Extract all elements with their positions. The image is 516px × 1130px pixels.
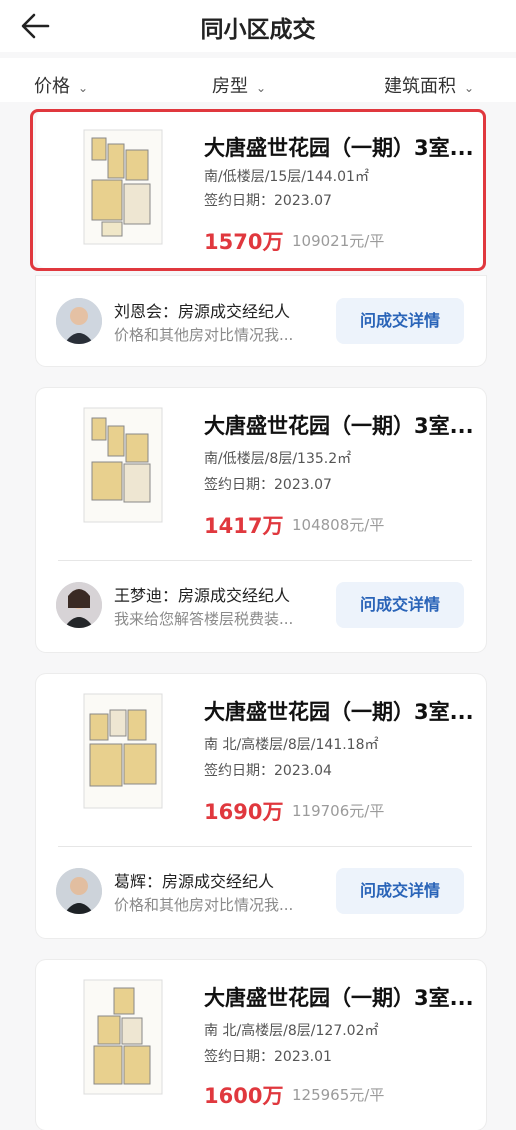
chevron-down-icon: ⌄ — [78, 81, 89, 95]
divider — [58, 560, 472, 561]
listing-card[interactable]: 大唐盛世花园（一期）3室... 南/低楼层/8层/135.2㎡ 签约日期：202… — [36, 388, 486, 652]
listing-info: 南 北/高楼层/8层/127.02㎡ — [204, 1023, 379, 1039]
agent-row: 葛辉：房源成交经纪人 价格和其他房对比情况我... 问成交详情 — [56, 858, 486, 928]
listing-title: 大唐盛世花园（一期）3室... — [204, 986, 474, 1010]
chevron-down-icon: ⌄ — [256, 81, 267, 95]
chevron-down-icon: ⌄ — [464, 81, 475, 95]
listing-price: 1417万 — [204, 514, 284, 538]
listing-unit-price: 125965元/平 — [292, 1086, 385, 1104]
filter-price[interactable]: 价格 ⌄ — [34, 72, 88, 98]
agent-message: 我来给您解答楼层税费装... — [114, 610, 294, 628]
floor-plan-image — [80, 406, 166, 524]
agent-message: 价格和其他房对比情况我... — [114, 326, 294, 344]
listing-info: 南/低楼层/15层/144.01㎡ — [204, 169, 369, 185]
filter-room-type-label: 房型 — [212, 76, 248, 97]
listing-card[interactable]: 大唐盛世花园（一期）3室... 南 北/高楼层/8层/141.18㎡ 签约日期：… — [36, 674, 486, 938]
filter-price-label: 价格 — [34, 76, 70, 97]
avatar[interactable] — [56, 868, 102, 914]
listing-price: 1690万 — [204, 800, 284, 824]
filter-bar: 价格 ⌄ 房型 ⌄ 建筑面积 ⌄ — [0, 58, 516, 102]
listing-date: 签约日期：2023.07 — [204, 193, 332, 209]
listing-card[interactable]: 大唐盛世花园（一期）3室... 南/低楼层/15层/144.01㎡ 签约日期：2… — [36, 110, 486, 268]
ask-deal-details-button[interactable]: 问成交详情 — [336, 868, 464, 914]
agent-row: 刘恩会：房源成交经纪人 价格和其他房对比情况我... 问成交详情 — [56, 288, 486, 358]
listing-unit-price: 104808元/平 — [292, 516, 385, 534]
avatar[interactable] — [56, 298, 102, 344]
listing-title: 大唐盛世花园（一期）3室... — [204, 700, 474, 724]
agent-card: 刘恩会：房源成交经纪人 价格和其他房对比情况我... 问成交详情 — [36, 276, 486, 366]
filter-room-type[interactable]: 房型 ⌄ — [212, 72, 266, 98]
listing-title: 大唐盛世花园（一期）3室... — [204, 136, 474, 160]
agent-name: 葛辉：房源成交经纪人 — [114, 872, 275, 891]
agent-message: 价格和其他房对比情况我... — [114, 896, 294, 914]
listing-info: 南/低楼层/8层/135.2㎡ — [204, 451, 352, 467]
agent-name: 刘恩会：房源成交经纪人 — [114, 302, 291, 321]
listing-price: 1570万 — [204, 230, 284, 254]
agent-name: 王梦迪：房源成交经纪人 — [114, 586, 291, 605]
listing-info: 南 北/高楼层/8层/141.18㎡ — [204, 737, 379, 753]
floor-plan-image — [80, 692, 166, 810]
top-bar: 同小区成交 — [0, 0, 516, 52]
listing-price: 1600万 — [204, 1084, 284, 1108]
listing-date: 签约日期：2023.04 — [204, 763, 332, 779]
listing-title: 大唐盛世花园（一期）3室... — [204, 414, 474, 438]
floor-plan-image — [80, 128, 166, 246]
ask-deal-details-button[interactable]: 问成交详情 — [336, 298, 464, 344]
divider — [58, 846, 472, 847]
listing-unit-price: 109021元/平 — [292, 232, 385, 250]
page-title: 同小区成交 — [200, 17, 316, 43]
ask-deal-details-button[interactable]: 问成交详情 — [336, 582, 464, 628]
filter-area-label: 建筑面积 — [384, 76, 456, 97]
avatar[interactable] — [56, 582, 102, 628]
agent-row: 王梦迪：房源成交经纪人 我来给您解答楼层税费装... 问成交详情 — [56, 572, 486, 642]
floor-plan-image — [80, 978, 166, 1096]
listing-date: 签约日期：2023.01 — [204, 1049, 332, 1065]
filter-area[interactable]: 建筑面积 ⌄ — [384, 72, 474, 98]
listing-date: 签约日期：2023.07 — [204, 477, 332, 493]
listing-unit-price: 119706元/平 — [292, 802, 385, 820]
listing-card[interactable]: 大唐盛世花园（一期）3室... 南 北/高楼层/8层/127.02㎡ 签约日期：… — [36, 960, 486, 1130]
